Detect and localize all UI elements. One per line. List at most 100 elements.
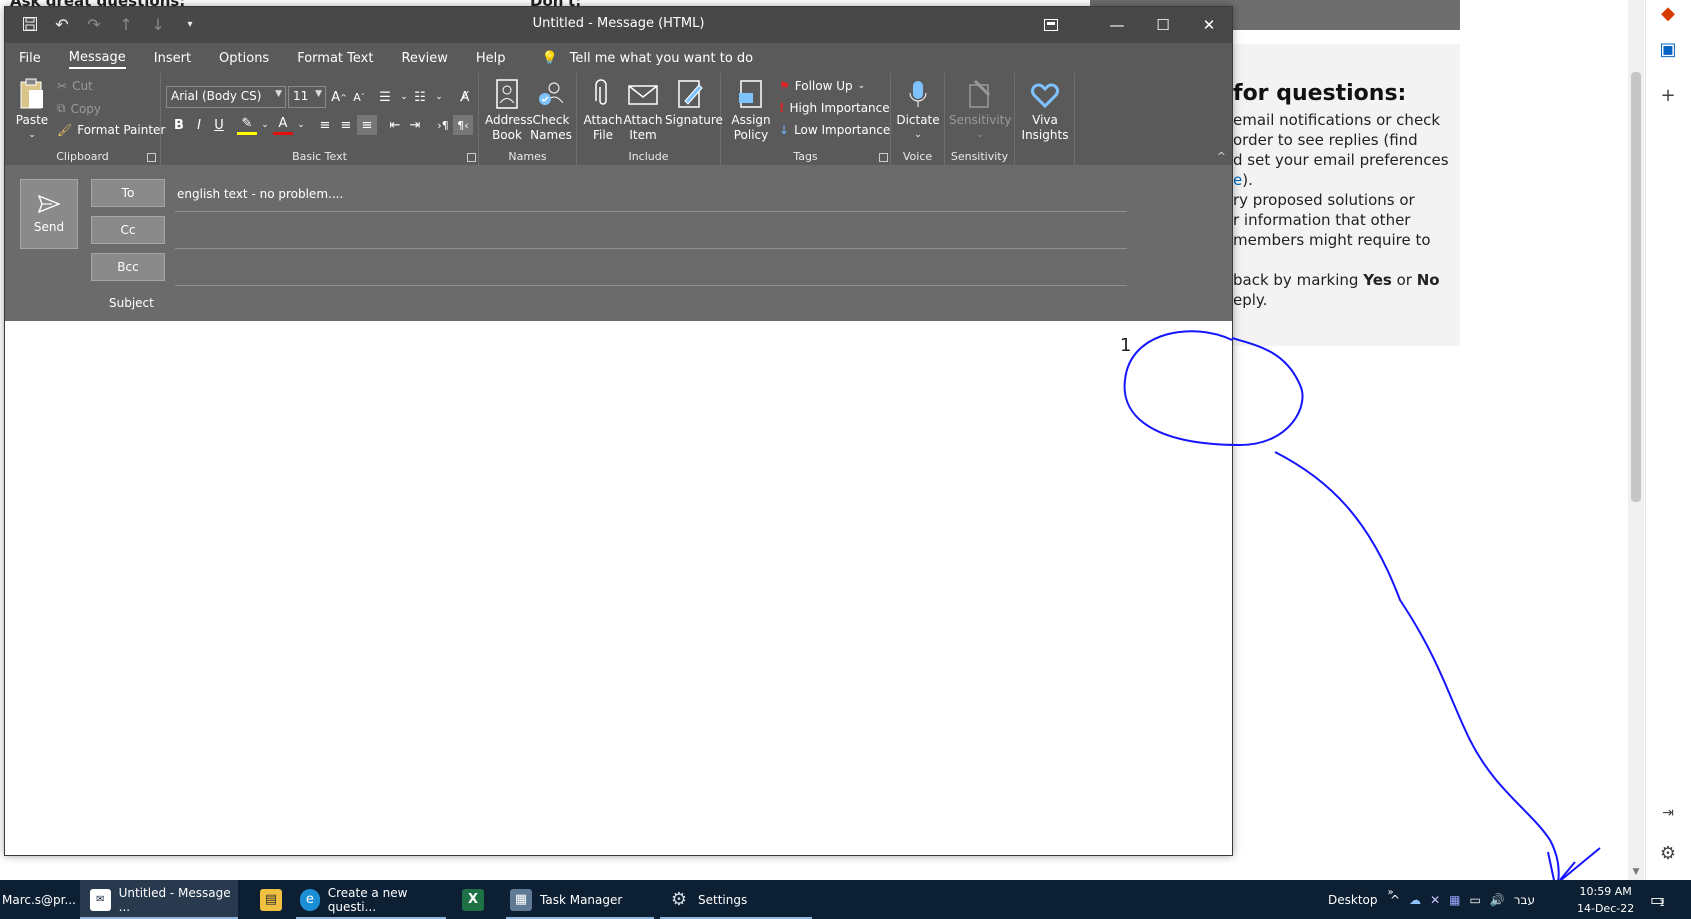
tab-message[interactable]: Message [68,48,126,69]
paintbrush-icon: 🖌 [57,123,73,137]
scroll-down-arrow-icon[interactable]: ▼ [1628,864,1644,880]
rtl-direction-icon[interactable]: ¶‹ [453,115,473,135]
taskbar-item-mail[interactable]: Marc.s@pr... [0,880,76,919]
attach-file-label: Attach File [583,113,623,142]
volume-icon[interactable]: 🔊 [1490,893,1505,907]
decrease-indent-icon[interactable]: ⇤ [385,115,405,135]
cut-button[interactable]: ✂ Cut [57,79,93,93]
onedrive-icon[interactable]: ☁ [1409,893,1421,907]
assign-policy-button[interactable]: Assign Policy [729,75,773,143]
sidebar-toggle-icon[interactable]: ⇥ [1654,800,1682,826]
outlook-compose-window: ↶ ↷ ↑ ↓ ▾ Untitled - Message (HTML) — ☐ … [4,6,1233,856]
collapse-ribbon-icon[interactable]: ^ [1217,150,1226,163]
follow-up-button[interactable]: ⚑ Follow Up ⌄ [779,79,865,93]
taskbar-item-edge[interactable]: e Create a new questi... [296,880,446,919]
tab-format-text[interactable]: Format Text [297,49,373,68]
card-link[interactable]: e [1233,171,1242,189]
font-name-select[interactable]: Arial (Body CS) ▼ [166,86,286,108]
copy-button[interactable]: ⧉ Copy [57,101,101,116]
address-book-button[interactable]: Address Book [485,75,533,143]
format-painter-label: Format Painter [77,123,166,137]
group-include: Attach File Attach Item Signature Includ… [577,73,723,165]
tab-options[interactable]: Options [219,49,269,68]
taskbar-item-outlook-compose[interactable]: ✉ Untitled - Message ... [80,880,238,919]
grow-font-icon[interactable]: A ^ [329,87,349,107]
align-left-icon[interactable]: ≡ [315,115,335,135]
card-line: members might require to [1233,231,1431,249]
dictate-button[interactable]: Dictate ⌄ [895,75,941,143]
viva-insights-button[interactable]: Viva Insights [1019,75,1071,143]
font-color-dropdown-icon[interactable]: ⌄ [291,115,311,135]
taskbar-item-task-manager[interactable]: ▦ Task Manager [506,880,654,919]
signature-button[interactable]: Signature [665,75,723,128]
attach-item-button[interactable]: Attach Item [623,75,663,143]
tab-help[interactable]: Help [476,49,506,68]
ltr-direction-icon[interactable]: ›¶ [433,115,453,135]
show-hidden-icons-icon[interactable]: ^ [1390,893,1400,907]
maximize-icon[interactable]: ☐ [1140,7,1186,43]
page-scrollbar[interactable]: ▼ [1628,0,1644,880]
tab-insert[interactable]: Insert [154,49,191,68]
gear-icon[interactable]: ⚙ [1654,840,1682,866]
clock[interactable]: 10:59 AM 14-Dec-22 [1577,883,1634,917]
paste-dropdown-icon: ⌄ [28,130,36,140]
increase-indent-icon[interactable]: ⇥ [405,115,425,135]
tags-launcher-icon[interactable] [879,153,888,162]
chevron-down-icon: ⌄ [857,81,866,91]
tell-me-search[interactable]: 💡 Tell me what you want to do [542,51,754,66]
numbering-icon[interactable]: ☷ [410,87,430,107]
low-importance-button[interactable]: ↓ Low Importance [779,123,890,137]
network-icon[interactable]: ▭ [1469,893,1480,907]
shrink-font-icon[interactable]: Aˇ [349,87,369,107]
font-size-select[interactable]: 11 ▼ [288,86,326,108]
tab-file[interactable]: File [19,49,41,68]
bullets-icon[interactable]: ☰ [375,87,395,107]
close-icon[interactable]: ✕ [1186,7,1232,43]
clipboard-launcher-icon[interactable] [147,153,156,162]
add-icon[interactable]: + [1654,82,1682,108]
keyboard-icon[interactable]: ✕ [1430,893,1440,907]
format-painter-button[interactable]: 🖌 Format Painter [57,123,165,137]
notification-center-button[interactable]: ▭ 1 [1650,880,1665,919]
align-right-icon[interactable]: ≡ [357,115,377,135]
highlight-dropdown-icon[interactable]: ⌄ [255,115,275,135]
to-button[interactable]: To [91,179,165,207]
cc-button[interactable]: Cc [91,216,165,244]
numbering-dropdown-icon[interactable]: ⌄ [429,87,449,107]
check-names-button[interactable]: Check Names [529,75,573,143]
sensitivity-button[interactable]: Sensitivity ⌄ [949,75,1011,143]
names-group-label: Names [508,150,547,163]
to-field[interactable]: english text - no problem.... [177,187,343,201]
taskbar-item-file-explorer[interactable]: ▤ [250,880,294,919]
underline-icon[interactable]: U [209,115,229,135]
italic-icon[interactable]: I [189,115,209,135]
ribbon-display-options-icon[interactable] [1028,7,1074,43]
highlight-icon[interactable]: ✎ [237,115,257,135]
title-bar: ↶ ↷ ↑ ↓ ▾ Untitled - Message (HTML) — ☐ … [5,7,1232,43]
high-importance-button[interactable]: ! High Importance [779,101,890,115]
taskbar-item-settings[interactable]: ⚙ Settings [660,880,812,919]
card-line [1233,250,1460,270]
attach-file-button[interactable]: Attach File [583,75,623,143]
taskbar-item-excel[interactable]: X [458,880,502,919]
window-controls: — ☐ ✕ [1028,7,1232,43]
language-indicator[interactable]: עבר [1514,893,1535,907]
desktop-toolbar[interactable]: Desktop » [1328,880,1394,919]
message-body[interactable]: 1 [5,321,1232,855]
bold-icon[interactable]: B [169,115,189,135]
office-icon[interactable]: ◆ [1654,0,1682,26]
font-color-icon[interactable]: A [273,115,293,135]
tab-review[interactable]: Review [401,49,447,68]
bcc-button[interactable]: Bcc [91,253,165,281]
send-button[interactable]: Send [20,179,78,249]
align-center-icon[interactable]: ≡ [336,115,356,135]
minimize-icon[interactable]: — [1094,7,1140,43]
basic-text-launcher-icon[interactable] [467,153,476,162]
teams-icon[interactable]: ▦ [1449,893,1460,907]
scrollbar-thumb[interactable] [1631,72,1641,502]
clipboard-group-label: Clipboard [56,150,109,163]
outlook-icon[interactable]: ▣ [1654,36,1682,62]
down-arrow-icon: ↓ [779,123,790,137]
paste-button[interactable]: Paste ⌄ [13,75,51,143]
clear-formatting-icon[interactable]: A̸ [455,87,475,107]
